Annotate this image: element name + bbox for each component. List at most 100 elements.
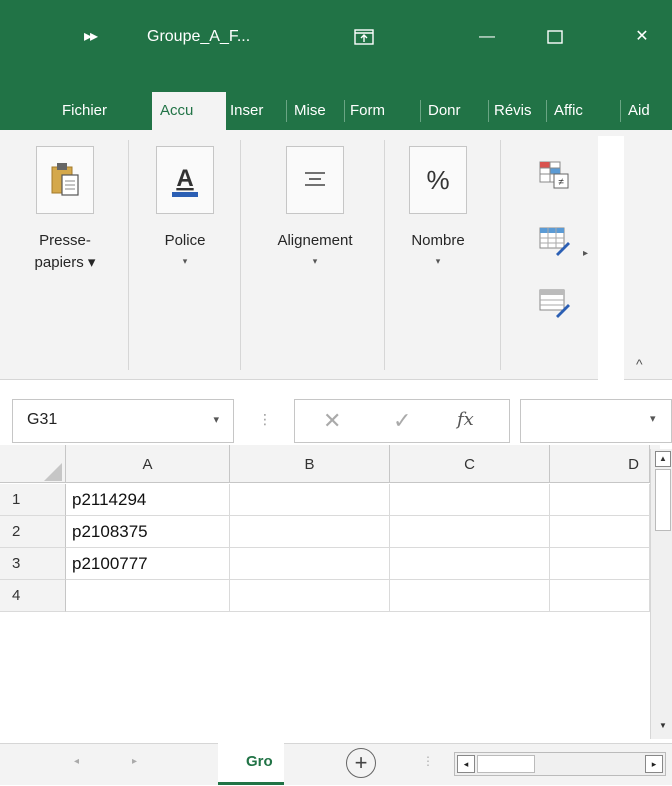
alignment-dropdown-icon: ▾: [312, 256, 318, 266]
tab-separator: [286, 100, 287, 122]
scroll-left-icon[interactable]: ◂: [457, 755, 475, 773]
cell-b4[interactable]: [230, 580, 390, 612]
sheet-tab-active[interactable]: Gro: [218, 743, 284, 785]
tab-formules[interactable]: Form: [350, 92, 414, 130]
ribbon-tabs: Fichier Accu Inser Mise Form Donr Révis …: [0, 80, 672, 130]
alignment-label: Alignement: [277, 232, 353, 249]
enter-icon[interactable]: ✓: [393, 408, 411, 434]
conditional-formatting-icon[interactable]: ≠: [538, 160, 572, 192]
insert-function-icon[interactable]: fx: [457, 409, 474, 430]
cell-a4[interactable]: [66, 580, 230, 612]
cell-a2[interactable]: p2108375: [66, 516, 230, 548]
tab-donnees[interactable]: Donr: [426, 92, 482, 130]
column-header-d[interactable]: D: [550, 445, 650, 483]
tab-aide[interactable]: Aid: [626, 92, 672, 130]
window-title: Groupe_A_F...: [147, 28, 251, 45]
percent-icon: %: [409, 146, 467, 214]
font-label: Police: [164, 232, 206, 249]
cell-styles-icon[interactable]: [538, 288, 572, 320]
ribbon-separator: [500, 140, 501, 370]
row-header[interactable]: 1: [0, 484, 66, 516]
align-center-icon: [286, 146, 344, 214]
column-header-c[interactable]: C: [390, 445, 550, 483]
format-as-table-icon[interactable]: [538, 226, 572, 258]
alignment-group[interactable]: Alignement ▾: [248, 146, 382, 268]
svg-text:A: A: [176, 165, 193, 192]
tab-insertion[interactable]: Inser: [228, 92, 284, 130]
scroll-right-icon[interactable]: ▸: [645, 755, 663, 773]
number-label: Nombre: [411, 232, 465, 249]
font-group[interactable]: A Police ▾: [152, 146, 218, 268]
cell-d3[interactable]: [550, 548, 650, 580]
tab-affichage[interactable]: Affic: [552, 92, 608, 130]
tab-separator: [546, 100, 547, 122]
cell-c1[interactable]: [390, 484, 550, 516]
cell-b2[interactable]: [230, 516, 390, 548]
column-header-b[interactable]: B: [230, 445, 390, 483]
title-bar: ▸▸ Groupe_A_F... — ✕: [0, 0, 672, 80]
cell-a3[interactable]: p2100777: [66, 548, 230, 580]
tab-mise-en-page[interactable]: Mise: [292, 92, 342, 130]
maximize-button[interactable]: [535, 22, 575, 52]
collapse-ribbon-icon[interactable]: ^: [636, 356, 643, 372]
table-row: 3 p2100777: [0, 548, 660, 580]
clipboard-group[interactable]: Presse- papiers ▾: [30, 146, 100, 276]
previous-sheet-icon[interactable]: ◂: [74, 756, 79, 767]
svg-text:≠: ≠: [558, 177, 564, 188]
minimize-button[interactable]: —: [467, 22, 507, 52]
tab-accueil[interactable]: Accu: [152, 92, 226, 130]
ribbon-separator: [128, 140, 129, 370]
name-box[interactable]: G31 ▾: [12, 399, 234, 443]
name-box-dropdown-icon[interactable]: ▾: [213, 413, 219, 426]
tab-fichier[interactable]: Fichier: [10, 92, 134, 130]
scroll-down-icon[interactable]: ▼: [655, 721, 671, 735]
styles-expand-icon[interactable]: ▸: [583, 248, 588, 259]
cell-d2[interactable]: [550, 516, 650, 548]
cell-c3[interactable]: [390, 548, 550, 580]
next-sheet-icon[interactable]: ▸: [132, 756, 137, 767]
formula-bar-grip-icon[interactable]: ⋮: [258, 411, 272, 428]
cell-c4[interactable]: [390, 580, 550, 612]
tab-revision[interactable]: Révis: [494, 92, 546, 130]
table-row: 2 p2108375: [0, 516, 660, 548]
row-header[interactable]: 2: [0, 516, 66, 548]
cell-d4[interactable]: [550, 580, 650, 612]
table-row: 4: [0, 580, 660, 612]
horizontal-scroll-thumb[interactable]: [477, 755, 535, 773]
tab-separator: [620, 100, 621, 122]
quick-access-toolbar-button[interactable]: ▸▸: [72, 22, 108, 52]
spreadsheet-grid: A B C D 1 p2114294 2 p2108375 3 p2100777…: [0, 443, 672, 745]
column-header-a[interactable]: A: [66, 445, 230, 483]
row-header[interactable]: 4: [0, 580, 66, 612]
cell-b1[interactable]: [230, 484, 390, 516]
paste-icon: [36, 146, 94, 214]
number-dropdown-icon: ▾: [435, 256, 441, 266]
cell-d1[interactable]: [550, 484, 650, 516]
vertical-scrollbar[interactable]: ▲ ▼: [650, 449, 672, 739]
close-button[interactable]: ✕: [620, 22, 664, 52]
font-dropdown-icon: ▾: [182, 256, 188, 266]
ribbon-display-options-icon[interactable]: [354, 22, 382, 52]
vertical-scroll-thumb[interactable]: [655, 469, 671, 531]
font-color-icon: A: [156, 146, 214, 214]
tab-separator: [420, 100, 421, 122]
select-all-corner[interactable]: [0, 445, 66, 483]
cell-c2[interactable]: [390, 516, 550, 548]
tab-separator: [344, 100, 345, 122]
cell-a1[interactable]: p2114294: [66, 484, 230, 516]
formula-buttons: ✕ ✓ fx: [294, 399, 510, 443]
cancel-icon[interactable]: ✕: [323, 408, 341, 434]
tab-separator: [488, 100, 489, 122]
ribbon-panel: Presse- papiers ▾ A Police ▾ Alignement …: [0, 130, 672, 380]
row-header[interactable]: 3: [0, 548, 66, 580]
expand-formula-bar-icon[interactable]: ▾: [650, 412, 656, 425]
number-group[interactable]: % Nombre ▾: [396, 146, 480, 268]
clipboard-label: Presse- papiers ▾: [34, 232, 96, 271]
ribbon-overflow-panel: [598, 136, 624, 380]
column-header-row: A B C D: [0, 445, 660, 483]
scroll-up-icon[interactable]: ▲: [655, 451, 671, 467]
cell-b3[interactable]: [230, 548, 390, 580]
add-sheet-button[interactable]: +: [346, 748, 376, 778]
tab-split-grip-icon[interactable]: ⋮: [422, 754, 434, 768]
horizontal-scrollbar[interactable]: ◂ ▸: [454, 752, 666, 776]
